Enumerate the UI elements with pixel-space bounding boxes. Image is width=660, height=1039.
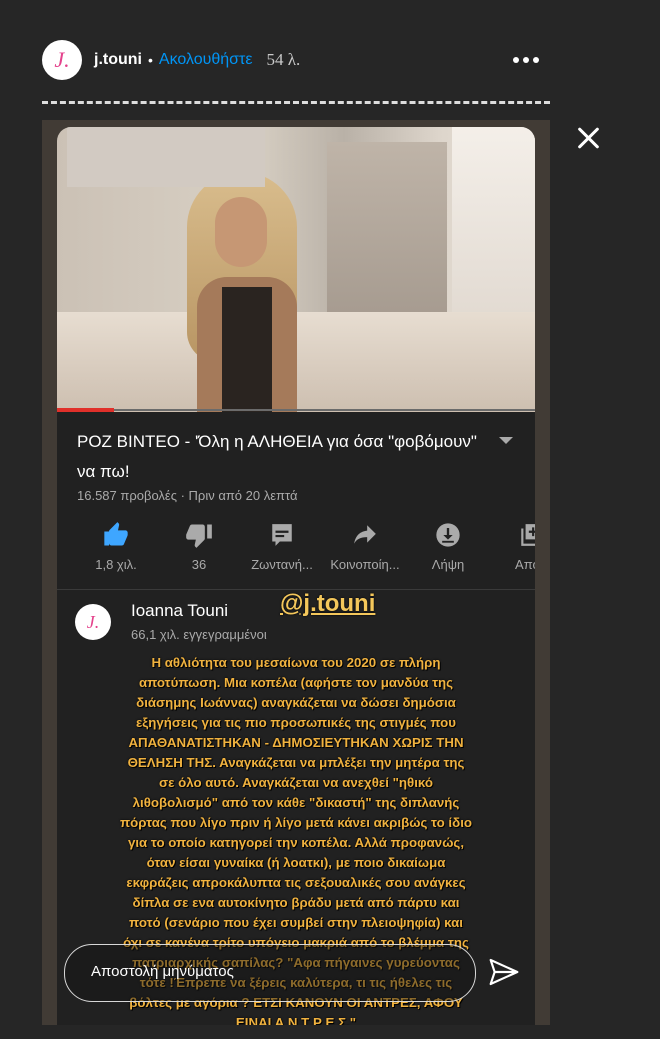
download-action: Λήψη	[403, 517, 493, 572]
close-icon[interactable]	[572, 122, 604, 154]
subscriber-count: 66,1 χιλ. εγγεγραμμένοι	[131, 627, 267, 642]
blurred-overlay	[67, 127, 265, 187]
youtube-screenshot: ΡΟΖ ΒΙΝΤΕΟ - 'Όλη η ΑΛΗΘΕΙΑ για όσα "φοβ…	[57, 127, 535, 1025]
live-chat-action: Ζωντανή...	[237, 517, 327, 572]
share-icon	[354, 525, 376, 544]
profile-avatar[interactable]: J.	[42, 40, 82, 80]
avatar-letter: J.	[54, 47, 70, 72]
username[interactable]: j.touni	[94, 51, 142, 69]
live-chat-label: Ζωντανή...	[251, 557, 313, 572]
channel-name: Ioanna Touni	[131, 601, 229, 620]
video-thumbnail	[57, 127, 535, 412]
thumbs-down-icon	[186, 524, 212, 548]
story-progress-bar	[42, 101, 550, 104]
message-placeholder: Αποστολή μηνύματος	[91, 963, 234, 980]
story-header: J. j.touni • Ακολουθήστε 54 λ.	[42, 40, 660, 80]
mention-sticker[interactable]: @j.touni	[280, 590, 375, 618]
live-chat-icon	[272, 524, 292, 546]
story-time: 54 λ.	[266, 50, 301, 69]
separator-dot: •	[147, 52, 153, 68]
story-content[interactable]: ΡΟΖ ΒΙΝΤΕΟ - 'Όλη η ΑΛΗΘΕΙΑ για όσα "φοβ…	[42, 120, 550, 1025]
dislike-action: 36	[154, 517, 244, 572]
channel-avatar: J.	[75, 604, 111, 640]
save-label: Αποθ	[515, 557, 535, 572]
save-action: Αποθ	[486, 517, 535, 572]
video-person-image	[167, 167, 327, 412]
more-options-icon[interactable]	[513, 40, 539, 80]
save-icon	[521, 524, 535, 546]
video-meta: 16.587 προβολές · Πριν από 20 λεπτά	[77, 488, 298, 503]
download-icon	[436, 523, 460, 547]
chevron-down-icon	[499, 437, 513, 444]
thumbs-up-icon	[104, 522, 128, 546]
channel-avatar-letter: J.	[86, 611, 100, 632]
share-action: Κοινοποίη...	[320, 517, 410, 572]
video-progress-remaining	[114, 409, 535, 411]
follow-button[interactable]: Ακολουθήστε	[159, 51, 253, 69]
video-actions: 1,8 χιλ. 36 Ζωντανή... Κοινοποίη... Λήψη…	[57, 517, 535, 587]
send-icon[interactable]	[488, 956, 520, 988]
video-title: ΡΟΖ ΒΙΝΤΕΟ - 'Όλη η ΑΛΗΘΕΙΑ για όσα "φοβ…	[77, 432, 477, 481]
like-count: 1,8 χιλ.	[95, 557, 137, 572]
download-label: Λήψη	[431, 557, 465, 572]
like-action: 1,8 χιλ.	[71, 517, 161, 572]
dislike-count: 36	[191, 557, 207, 572]
message-input[interactable]: Αποστολή μηνύματος	[64, 944, 476, 1002]
video-progress-played	[57, 408, 114, 412]
share-label: Κοινοποίη...	[330, 557, 400, 572]
